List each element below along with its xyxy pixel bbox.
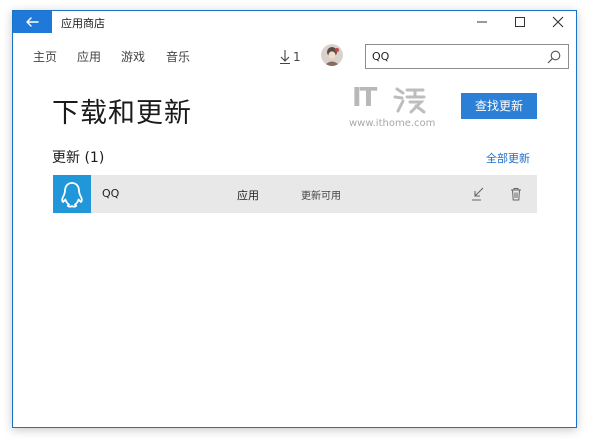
qq-penguin-icon — [61, 182, 83, 208]
page-title: 下载和更新 — [52, 98, 192, 129]
search-icon[interactable] — [546, 49, 562, 65]
delete-icon[interactable] — [508, 186, 524, 202]
maximize-button[interactable] — [501, 11, 539, 33]
tab-games[interactable]: 游戏 — [121, 48, 145, 65]
updates-section-title: 更新 (1) — [52, 150, 105, 166]
downloads-button[interactable]: 1 — [278, 46, 302, 66]
update-download-icon[interactable] — [470, 186, 486, 202]
watermark-url: www.ithome.com — [349, 118, 436, 129]
close-button[interactable] — [539, 11, 577, 33]
close-icon — [552, 16, 564, 28]
window-title: 应用商店 — [61, 17, 105, 30]
search-box — [365, 44, 569, 69]
ithome-logo-icon — [393, 87, 426, 114]
title-bar: 应用商店 — [13, 11, 576, 33]
maximize-icon — [515, 17, 525, 27]
avatar-image — [321, 44, 343, 66]
app-window: 应用商店 主页 应用 游戏 音乐 1 QQ 下载和更新 IT www.ithom… — [12, 10, 577, 428]
minimize-button[interactable] — [463, 11, 501, 33]
update-status: 更新可用 — [301, 191, 341, 202]
update-row[interactable]: QQ 应用 更新可用 — [53, 175, 537, 213]
page: 应用商店 主页 应用 游戏 音乐 1 QQ 下载和更新 IT www.ithom… — [0, 0, 600, 446]
watermark-it-text: IT — [352, 83, 377, 113]
tab-home[interactable]: 主页 — [33, 48, 57, 65]
app-name: QQ — [102, 187, 120, 200]
check-for-updates-button[interactable]: 查找更新 — [461, 93, 537, 119]
app-type: 应用 — [237, 189, 259, 202]
back-button[interactable] — [13, 11, 52, 33]
update-all-link[interactable]: 全部更新 — [486, 150, 530, 166]
download-arrow-icon — [280, 50, 290, 65]
search-input[interactable] — [372, 47, 542, 66]
user-avatar[interactable] — [321, 44, 343, 66]
ithome-watermark: IT www.ithome.com — [349, 83, 445, 131]
back-arrow-icon — [26, 17, 39, 27]
tab-apps[interactable]: 应用 — [77, 48, 101, 65]
nav-bar: 主页 应用 游戏 音乐 1 — [13, 41, 576, 71]
app-icon-tile — [53, 175, 91, 213]
tab-music[interactable]: 音乐 — [166, 48, 190, 65]
minimize-icon — [477, 21, 487, 23]
download-count: 1 — [293, 50, 301, 64]
